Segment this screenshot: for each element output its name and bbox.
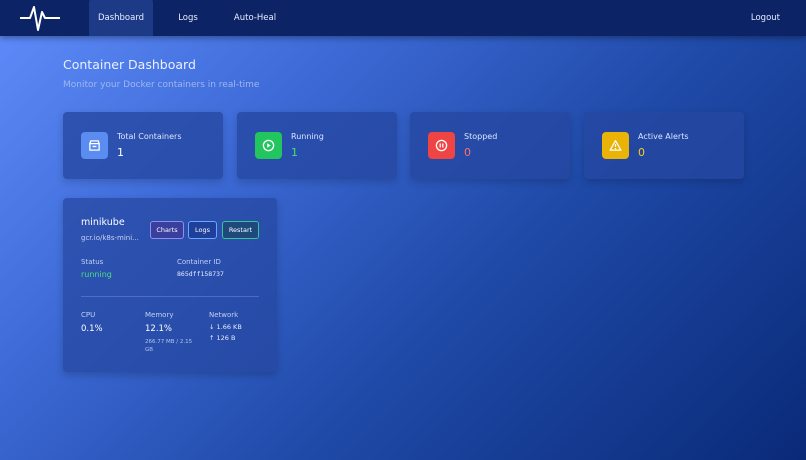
page-subtitle: Monitor your Docker containers in real-t… [63, 80, 260, 90]
stat-value: 0 [464, 146, 471, 159]
status-label: Status [81, 258, 104, 266]
container-card: minikube gcr.io/k8s-mini... Charts Logs … [63, 198, 277, 372]
stat-label: Total Containers [117, 132, 182, 141]
pulse-logo-icon[interactable] [20, 3, 60, 33]
network-label: Network [209, 311, 239, 319]
status-value: running [81, 270, 112, 279]
top-navbar: Dashboard Logs Auto-Heal Logout [0, 0, 806, 36]
pause-icon [428, 132, 455, 159]
logs-button[interactable]: Logs [188, 221, 217, 239]
stat-card-total: Total Containers 1 [63, 112, 223, 179]
cpu-label: CPU [81, 311, 96, 319]
memory-label: Memory [145, 311, 174, 319]
stat-label: Stopped [464, 132, 498, 141]
box-icon [81, 132, 108, 159]
stat-value: 0 [638, 146, 645, 159]
stat-label: Active Alerts [638, 132, 689, 141]
container-id-label: Container ID [177, 258, 221, 266]
warning-icon [602, 132, 629, 159]
stat-card-alerts: Active Alerts 0 [584, 112, 744, 179]
tab-dashboard[interactable]: Dashboard [89, 0, 153, 36]
container-id-value: 865dff158737 [177, 270, 224, 278]
container-image: gcr.io/k8s-mini... [81, 234, 139, 242]
memory-detail: 266.77 MB / 2.15 GB [145, 339, 193, 353]
logout-button[interactable]: Logout [751, 0, 780, 36]
page-title: Container Dashboard [63, 57, 196, 72]
divider [81, 296, 259, 297]
cpu-value: 0.1% [81, 324, 103, 334]
stat-label: Running [291, 132, 324, 141]
container-name: minikube [81, 217, 125, 228]
network-down: ↓ 1.66 KB [209, 323, 242, 331]
stat-card-stopped: Stopped 0 [410, 112, 570, 179]
stat-value: 1 [117, 146, 124, 159]
tab-auto-heal[interactable]: Auto-Heal [226, 0, 284, 36]
tab-logs[interactable]: Logs [170, 0, 206, 36]
memory-value: 12.1% [145, 324, 173, 334]
charts-button[interactable]: Charts [150, 221, 184, 239]
play-icon [255, 132, 282, 159]
stat-card-running: Running 1 [237, 112, 397, 179]
restart-button[interactable]: Restart [222, 221, 259, 239]
stat-value: 1 [291, 146, 298, 159]
network-up: ↑ 126 B [209, 334, 236, 342]
